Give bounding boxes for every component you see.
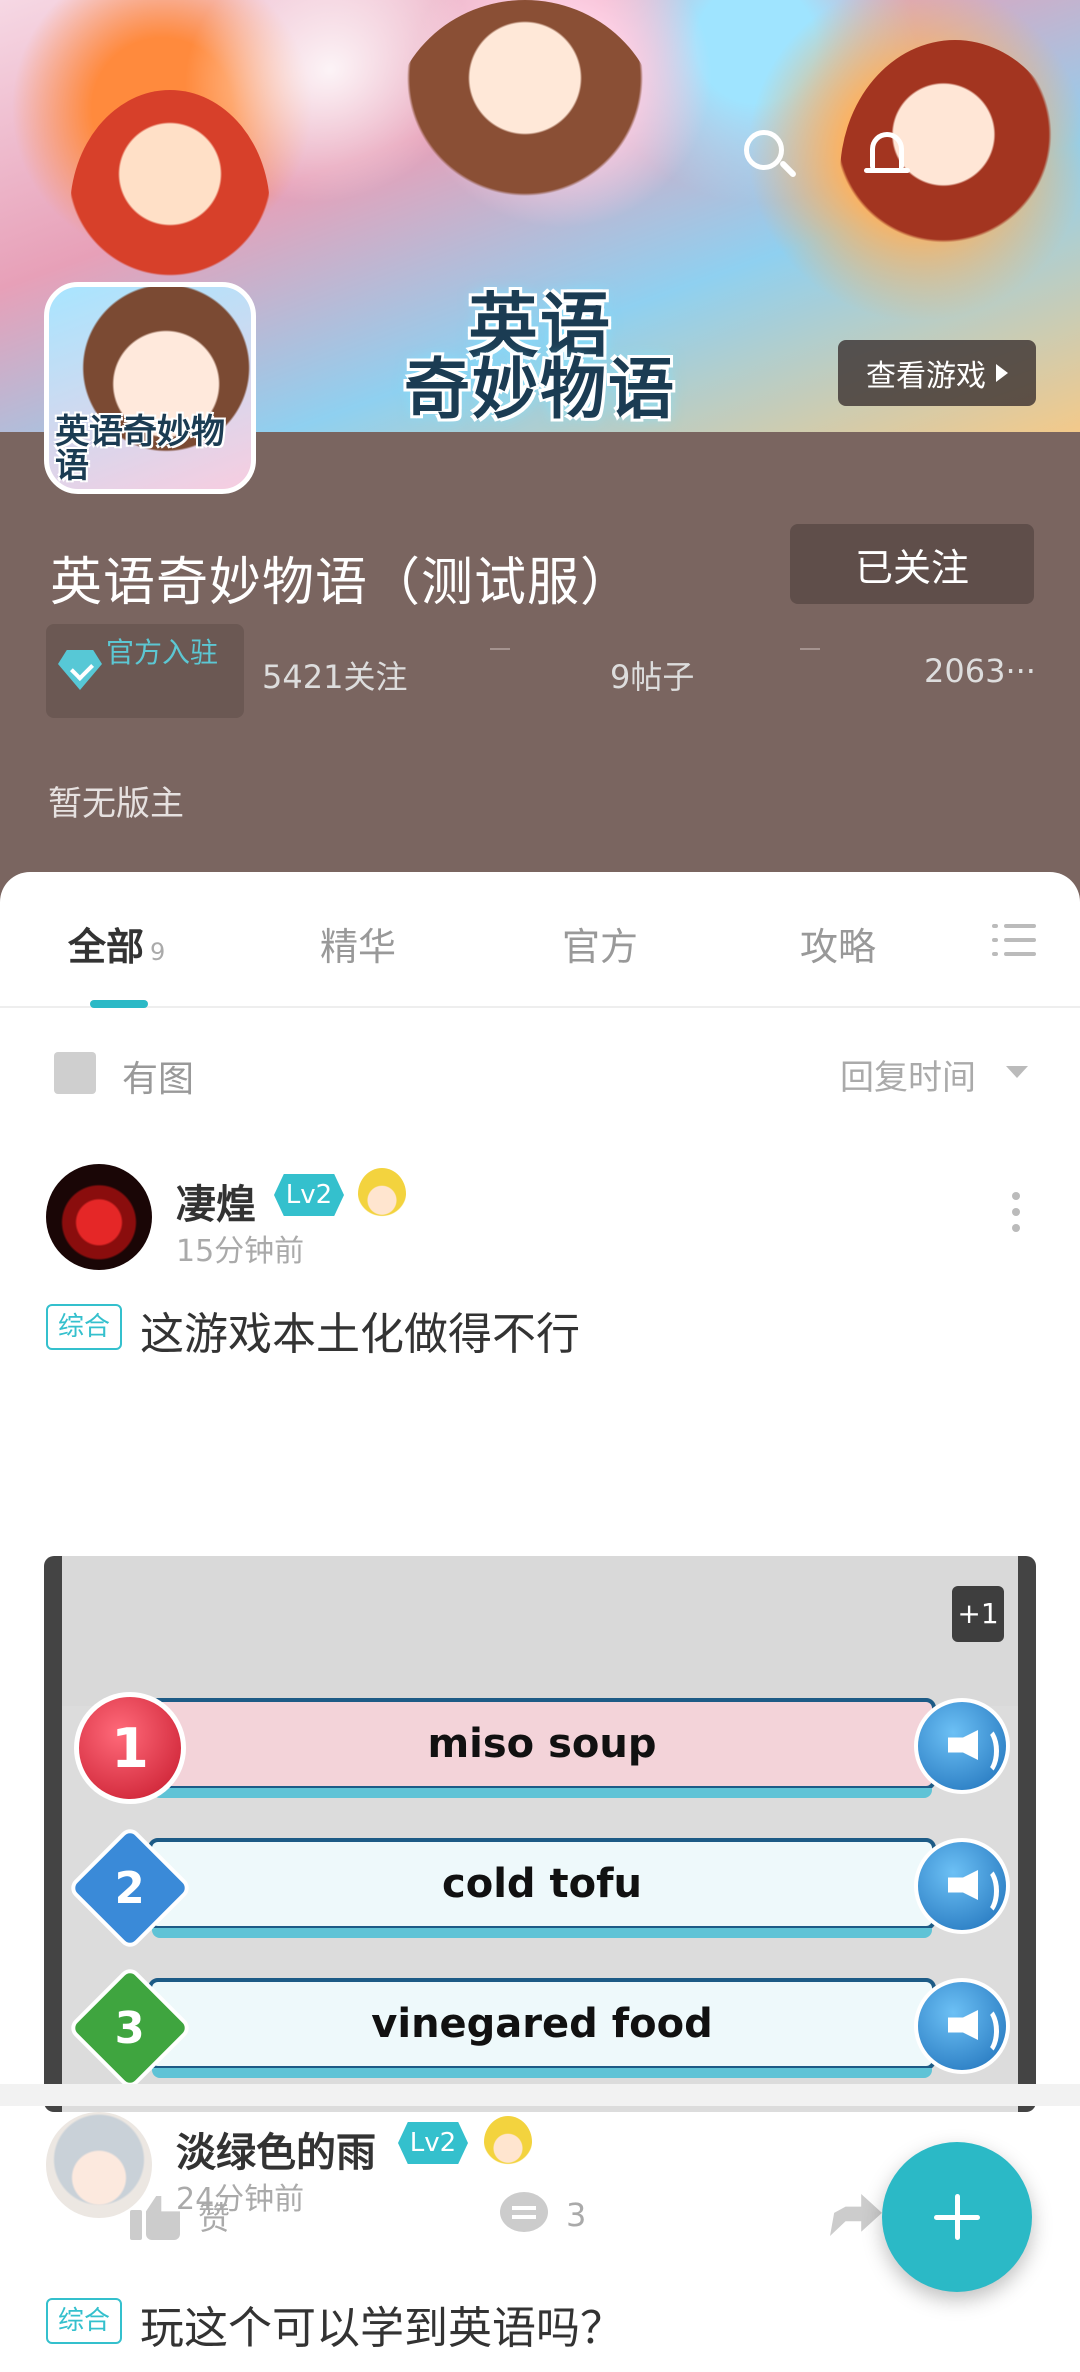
tab-official[interactable]: 官方 <box>562 916 638 971</box>
answer-option: miso soup 1 <box>74 1692 1010 1804</box>
avatar[interactable] <box>46 1164 152 1270</box>
image-filter-icon[interactable] <box>54 1052 96 1094</box>
post-card[interactable]: 凄煌 Lv2 15分钟前 综合 这游戏本土化做得不行 +1 miso soup … <box>0 1164 1080 2240</box>
post-time: 15分钟前 <box>176 1234 305 1269</box>
banner-character-center <box>390 0 660 260</box>
username[interactable]: 凄煌 <box>176 1172 256 1230</box>
chevron-down-icon[interactable] <box>1006 1066 1028 1078</box>
game-title: 英语奇妙物语（测试服） <box>50 553 634 613</box>
official-badge[interactable]: 官方入驻 <box>46 624 244 718</box>
follow-button[interactable]: 已关注 <box>790 524 1034 604</box>
third-stat[interactable]: 2063··· <box>924 652 1036 690</box>
avatar[interactable] <box>46 2112 152 2218</box>
tab-featured[interactable]: 精华 <box>320 916 396 971</box>
post-image[interactable]: +1 miso soup 1 cold tofu 2 vinegared foo… <box>44 1556 1036 2112</box>
level-badge: Lv2 <box>398 2122 468 2164</box>
forum-tabs: 全部 9 精华 官方 攻略 <box>0 872 1080 1008</box>
level-badge: Lv2 <box>274 1174 344 1216</box>
category-tag: 综合 <box>46 1304 122 1350</box>
answer-text: miso soup <box>148 1698 936 1798</box>
tab-all-count: 9 <box>150 938 166 966</box>
play-icon <box>996 364 1008 382</box>
new-post-plus-icon[interactable] <box>882 2142 1032 2292</box>
bell-icon[interactable] <box>860 126 914 186</box>
post-time: 24分钟前 <box>176 2182 305 2217</box>
filter-bar: 有图 回复时间 <box>0 1038 1080 1118</box>
answer-text: vinegared food <box>148 1978 936 2078</box>
tab-indicator <box>90 1000 148 1008</box>
speaker-icon <box>914 1978 1010 2074</box>
banner-logo-line2: 奇妙物语 <box>404 350 676 428</box>
has-image-filter[interactable]: 有图 <box>122 1050 194 1102</box>
game-icon-text: 英语奇妙物语 <box>55 412 225 486</box>
username[interactable]: 淡绿色的雨 <box>176 2120 376 2178</box>
tab-guides[interactable]: 攻略 <box>800 916 876 971</box>
forum-content: 全部 9 精华 官方 攻略 有图 回复时间 凄煌 Lv2 15分钟前 综合 这游戏… <box>0 872 1080 2354</box>
answer-text: cold tofu <box>148 1838 936 1938</box>
stat-divider <box>490 648 510 650</box>
answer-number-badge: 1 <box>74 1692 186 1804</box>
tab-all[interactable]: 全部 9 <box>68 916 165 971</box>
post-divider <box>0 2084 1080 2106</box>
speaker-icon <box>914 1838 1010 1934</box>
category-tag: 综合 <box>46 2298 122 2344</box>
diamond-icon <box>58 650 102 690</box>
post-title[interactable]: 玩这个可以学到英语吗？ <box>140 2292 624 2356</box>
moderator-status: 暂无版主 <box>48 784 184 824</box>
search-icon[interactable] <box>738 124 798 184</box>
stat-divider <box>800 648 820 650</box>
character-badge-icon <box>358 1168 406 1220</box>
answer-option: cold tofu 2 <box>66 1824 1010 1952</box>
post-title[interactable]: 这游戏本土化做得不行 <box>140 1298 580 1362</box>
posts-count[interactable]: 9帖子 <box>610 652 694 698</box>
banner-game-logo: 英语 奇妙物语 <box>380 270 700 428</box>
official-label: 官方入驻 <box>106 636 219 669</box>
plus-one-label: +1 <box>952 1586 1004 1642</box>
view-game-button[interactable]: 查看游戏 <box>838 340 1036 406</box>
tab-all-label: 全部 <box>68 925 145 969</box>
character-badge-icon <box>484 2116 532 2168</box>
followers-count[interactable]: 5421关注 <box>262 652 407 698</box>
game-icon[interactable]: 英语奇妙物语 <box>44 282 256 494</box>
more-vertical-icon[interactable] <box>1008 1188 1024 1238</box>
list-menu-icon[interactable] <box>992 924 1036 960</box>
sort-dropdown[interactable]: 回复时间 <box>840 1050 976 1099</box>
view-game-label: 查看游戏 <box>866 359 986 394</box>
speaker-icon <box>914 1698 1010 1794</box>
answer-option: vinegared food 3 <box>66 1964 1010 2092</box>
